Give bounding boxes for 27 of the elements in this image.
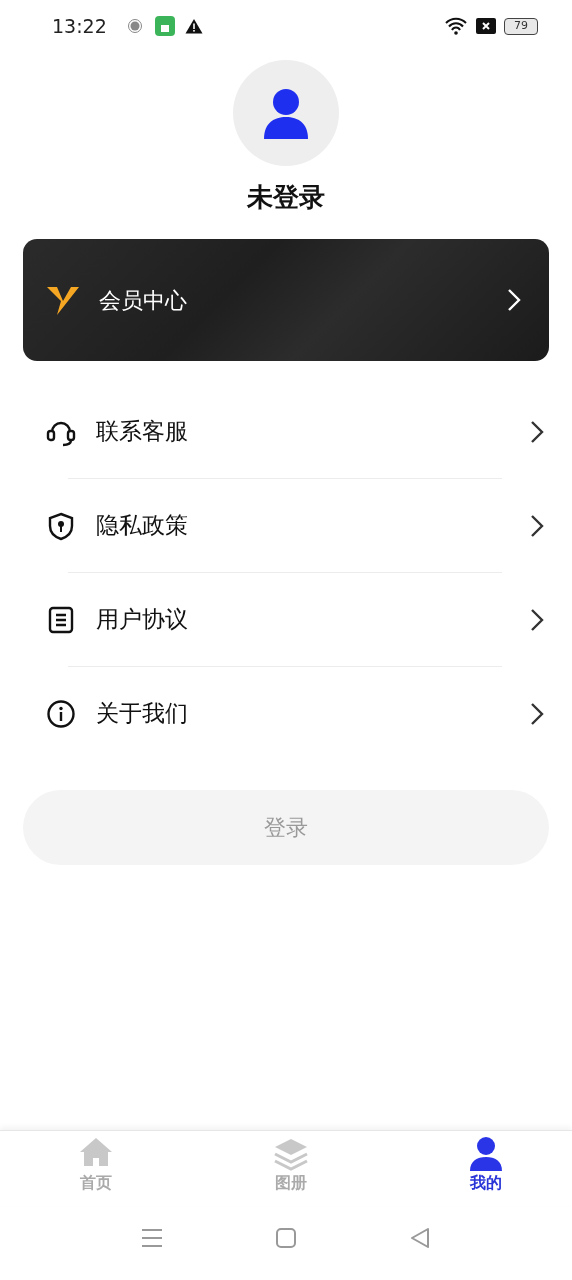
back-icon[interactable] — [409, 1227, 431, 1249]
menu-icon[interactable] — [141, 1228, 163, 1248]
wifi-icon — [444, 17, 468, 35]
battery-level: 79 — [504, 17, 538, 35]
chevron-icon — [530, 419, 544, 444]
menu-item[interactable]: 用户协议 — [0, 573, 572, 666]
shield-icon — [46, 510, 76, 541]
user-icon — [262, 87, 310, 139]
status-time: 13:22 — [52, 13, 107, 39]
home-square-icon[interactable] — [275, 1227, 297, 1249]
app-icon — [154, 16, 175, 36]
chevron-icon — [530, 607, 544, 632]
user-name: 未登录 — [247, 181, 325, 214]
chevron-icon — [530, 701, 544, 726]
menu-item[interactable]: 关于我们 — [0, 667, 572, 760]
menu-item[interactable]: 联系客服 — [0, 385, 572, 478]
user-icon — [469, 1137, 503, 1171]
chevron-icon — [507, 288, 521, 312]
menu-item[interactable]: 隐私政策 — [0, 479, 572, 572]
document-icon — [46, 604, 76, 635]
layers-icon — [274, 1137, 308, 1171]
v-logo-icon — [47, 285, 79, 315]
info-icon — [46, 698, 76, 729]
chevron-icon — [530, 513, 544, 538]
warning-icon — [184, 18, 203, 34]
tab[interactable]: 我的 — [450, 1131, 522, 1206]
member-center-card[interactable]: 会员中心 — [23, 239, 549, 361]
